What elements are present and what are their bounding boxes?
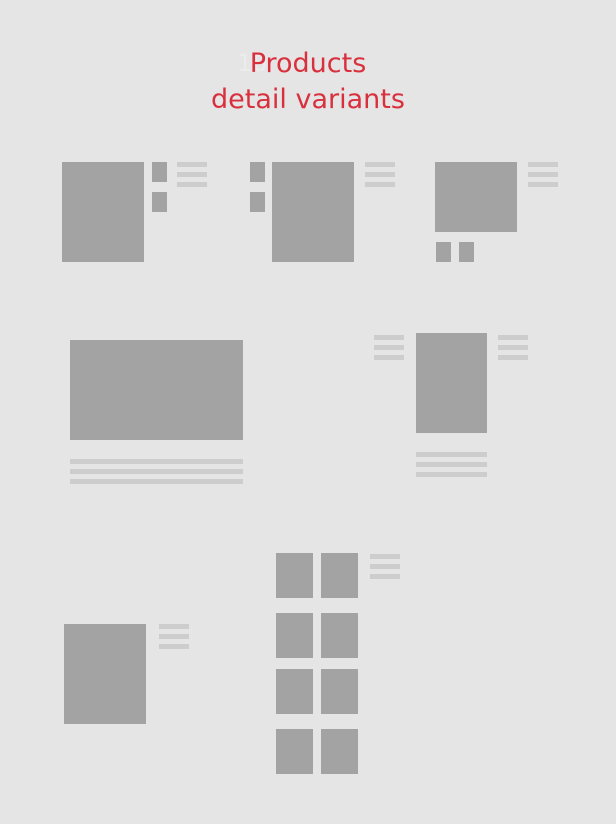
grid-image — [276, 729, 313, 774]
text-line — [370, 574, 400, 579]
thumbnail — [459, 242, 474, 262]
text-line — [70, 469, 243, 474]
text-line — [498, 335, 528, 340]
thumbnail — [250, 162, 265, 182]
text-line — [70, 459, 243, 464]
grid-image — [321, 669, 358, 714]
text-line — [177, 172, 207, 177]
title-line-2: detail variants — [211, 84, 405, 115]
grid-image — [321, 613, 358, 658]
grid-image — [321, 729, 358, 774]
text-line — [177, 162, 207, 167]
text-line — [498, 345, 528, 350]
thumbnail — [250, 192, 265, 212]
text-line — [416, 462, 487, 467]
text-line — [374, 335, 404, 340]
text-line — [370, 554, 400, 559]
text-line — [365, 172, 395, 177]
text-line — [416, 472, 487, 477]
text-line — [416, 452, 487, 457]
main-image — [70, 340, 243, 440]
grid-image — [276, 553, 313, 598]
grid-image — [276, 613, 313, 658]
thumbnail — [152, 192, 167, 212]
text-line — [159, 634, 189, 639]
thumbnail — [152, 162, 167, 182]
text-line — [528, 172, 558, 177]
text-line — [374, 345, 404, 350]
main-image — [272, 162, 354, 262]
grid-image — [276, 669, 313, 714]
text-line — [370, 564, 400, 569]
text-line — [365, 162, 395, 167]
text-line — [498, 355, 528, 360]
text-line — [159, 624, 189, 629]
text-line — [177, 182, 207, 187]
text-line — [528, 162, 558, 167]
main-image — [62, 162, 144, 262]
text-line — [374, 355, 404, 360]
text-line — [159, 644, 189, 649]
main-image — [64, 624, 146, 724]
main-image — [435, 162, 517, 232]
main-image — [416, 333, 487, 433]
text-line — [70, 479, 243, 484]
thumbnail — [436, 242, 451, 262]
grid-image — [321, 553, 358, 598]
text-line — [528, 182, 558, 187]
text-line — [365, 182, 395, 187]
title-line-1: Products — [249, 48, 367, 79]
